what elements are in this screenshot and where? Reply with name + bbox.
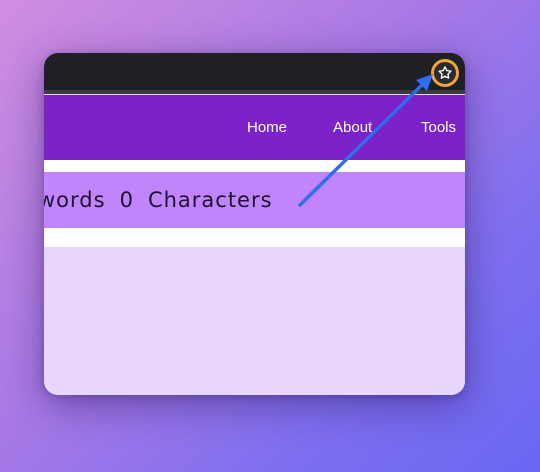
top-navbar: Home About Tools bbox=[44, 95, 465, 160]
bookmark-star-button[interactable] bbox=[431, 59, 459, 87]
star-icon bbox=[438, 66, 452, 79]
title-bar bbox=[44, 53, 465, 94]
nav-link-about[interactable]: About bbox=[333, 118, 372, 138]
character-count-label: Characters bbox=[147, 188, 273, 212]
app-window: Home About Tools words 0 Characters bbox=[44, 53, 465, 395]
divider-strip bbox=[44, 160, 465, 172]
word-count-stats-bar: words 0 Characters bbox=[44, 172, 465, 228]
divider-strip-lower bbox=[44, 228, 465, 247]
nav-link-home[interactable]: Home bbox=[247, 118, 287, 138]
word-count-label: words bbox=[44, 188, 106, 212]
nav-link-tools[interactable]: Tools bbox=[421, 118, 456, 138]
stats-text: words 0 Characters bbox=[44, 187, 273, 213]
character-count-value: 0 bbox=[119, 188, 134, 212]
text-input-area[interactable] bbox=[44, 247, 465, 395]
